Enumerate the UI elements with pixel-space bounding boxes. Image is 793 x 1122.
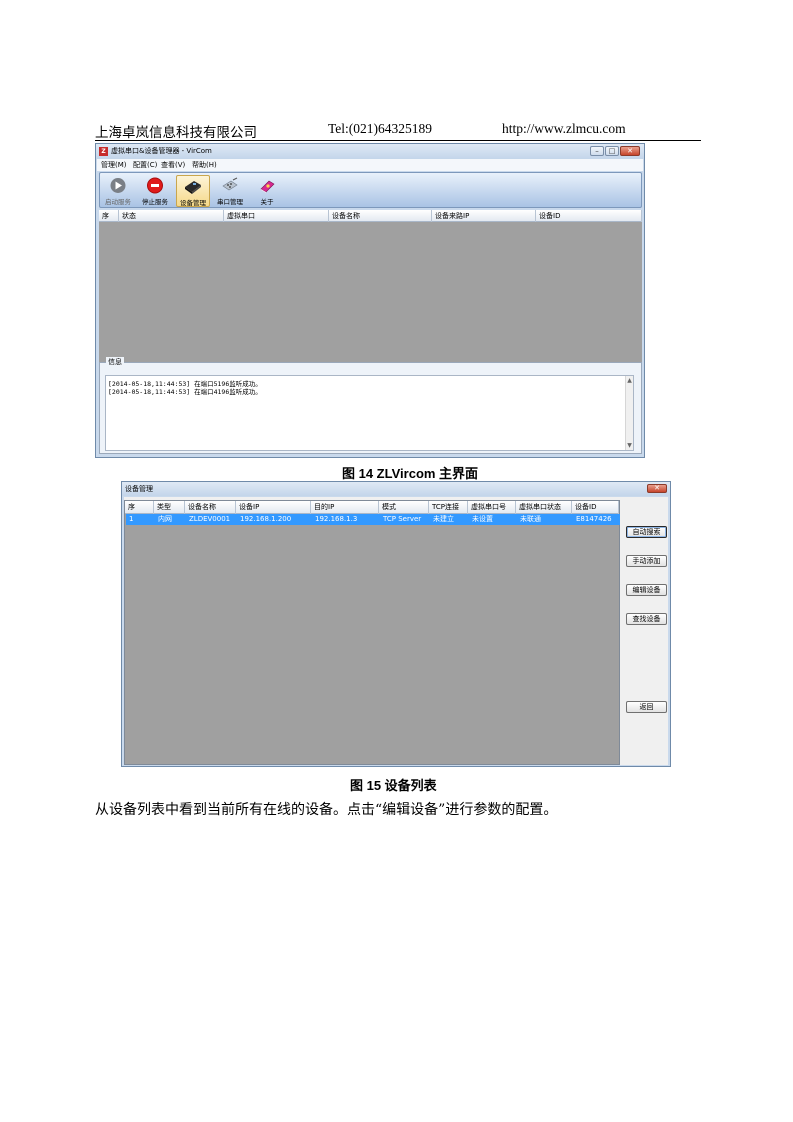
stop-service-label: 停止服务: [142, 198, 168, 206]
col-device-id[interactable]: 设备ID: [536, 210, 642, 222]
dcol-index[interactable]: 序: [125, 501, 154, 514]
device-manage-button[interactable]: 设备管理: [176, 175, 210, 207]
cell-type: 内网: [158, 515, 172, 523]
dcol-device-id[interactable]: 设备ID: [572, 501, 619, 514]
device-manage-icon: [185, 181, 201, 194]
maximize-button[interactable]: □: [605, 146, 619, 156]
serial-manage-label: 串口管理: [217, 198, 243, 206]
caption-figure-14: 图 14 ZLVircom 主界面: [342, 466, 479, 481]
menubar: 管理(M) 配置(C) 查看(V) 帮助(H): [97, 159, 643, 171]
find-device-button[interactable]: 查找设备: [626, 613, 667, 625]
about-book-icon: [260, 180, 275, 193]
scroll-down-icon[interactable]: ▼: [626, 442, 633, 449]
close-button[interactable]: ✕: [620, 146, 640, 156]
serial-grid-header: 序 状态 虚拟串口 设备名称 设备来路IP 设备ID: [99, 210, 642, 222]
dcol-vport[interactable]: 虚拟串口号: [468, 501, 516, 514]
dcol-vport-status[interactable]: 虚拟串口状态: [516, 501, 572, 514]
col-index[interactable]: 序: [99, 210, 119, 222]
start-service-label: 启动服务: [105, 198, 131, 206]
dcol-device-ip[interactable]: 设备IP: [236, 501, 311, 514]
header-tel: Tel:(021)64325189: [328, 121, 433, 136]
col-source-ip[interactable]: 设备来路IP: [432, 210, 536, 222]
serial-port-icon: [222, 177, 238, 191]
scroll-up-icon[interactable]: ▲: [626, 377, 633, 384]
dcol-type[interactable]: 类型: [154, 501, 185, 514]
col-virtual-port[interactable]: 虚拟串口: [224, 210, 329, 222]
cell-index: 1: [129, 515, 134, 523]
header-url[interactable]: http://www.zlmcu.com: [502, 121, 626, 137]
header-rule: [95, 140, 701, 141]
device-list[interactable]: 序 类型 设备名称 设备IP 目的IP 模式 TCP连接 虚拟串口号 虚拟串口状…: [124, 500, 620, 765]
edit-device-button[interactable]: 编辑设备: [626, 584, 667, 596]
info-group: 信息 [2014-05-18,11:44:53] 在端口5196监听成功。 [2…: [99, 357, 642, 454]
cell-device-id: E8147426: [576, 515, 612, 523]
vircom-titlebar: Z 虚拟串口&设备管理器 - VirCom – □ ✕: [96, 144, 644, 159]
play-icon: [110, 178, 126, 193]
vircom-window: Z 虚拟串口&设备管理器 - VirCom – □ ✕ 管理(M) 配置(C) …: [95, 143, 645, 458]
vircom-title: 虚拟串口&设备管理器 - VirCom: [111, 147, 212, 155]
start-service-button[interactable]: 启动服务: [101, 175, 135, 207]
cell-tcp: 未建立: [433, 515, 454, 523]
stop-service-button[interactable]: 停止服务: [138, 175, 172, 207]
device-manager-titlebar: 设备管理 ✕: [122, 482, 670, 496]
log-scrollbar[interactable]: ▲ ▼: [625, 376, 633, 450]
cell-device-ip: 192.168.1.200: [240, 515, 292, 523]
caption-figure-15: 图 15 设备列表: [350, 778, 437, 793]
auto-search-button[interactable]: 自动搜索: [626, 526, 667, 538]
device-list-header: 序 类型 设备名称 设备IP 目的IP 模式 TCP连接 虚拟串口号 虚拟串口状…: [125, 501, 619, 514]
minimize-button[interactable]: –: [590, 146, 604, 156]
col-device-name[interactable]: 设备名称: [329, 210, 432, 222]
dcol-mode[interactable]: 模式: [379, 501, 429, 514]
device-manager-window: 设备管理 ✕ 序 类型 设备名称 设备IP 目的IP 模式 TCP连接 虚拟串口…: [121, 481, 671, 767]
col-status[interactable]: 状态: [119, 210, 224, 222]
serial-grid-body[interactable]: [99, 222, 642, 363]
cell-mode: TCP Server: [383, 515, 422, 523]
cell-device-name: ZLDEV0001: [189, 515, 231, 523]
header-company: 上海卓岚信息科技有限公司: [95, 125, 257, 140]
serial-grid: 序 状态 虚拟串口 设备名称 设备来路IP 设备ID: [99, 210, 642, 363]
menu-help[interactable]: 帮助(H): [192, 159, 217, 171]
serial-manage-button[interactable]: 串口管理: [213, 175, 247, 207]
cell-vport: 未设置: [472, 515, 493, 523]
menu-config[interactable]: 配置(C): [133, 159, 157, 171]
device-manager-title: 设备管理: [125, 485, 153, 493]
about-label: 关于: [260, 198, 274, 206]
device-manager-content: 序 类型 设备名称 设备IP 目的IP 模式 TCP连接 虚拟串口号 虚拟串口状…: [124, 497, 668, 765]
dcol-tcp[interactable]: TCP连接: [429, 501, 468, 514]
app-logo-icon: Z: [99, 147, 108, 156]
log-line: [2014-05-18,11:44:53] 在端口4196监听成功。: [108, 388, 262, 396]
cell-dest-ip: 192.168.1.3: [315, 515, 358, 523]
dcol-dest-ip[interactable]: 目的IP: [311, 501, 379, 514]
dcol-device-name[interactable]: 设备名称: [185, 501, 236, 514]
device-manager-close-button[interactable]: ✕: [647, 484, 667, 493]
info-title: 信息: [106, 357, 124, 367]
toolbar: 启动服务 停止服务 设备管理 串口管理 关于: [99, 172, 642, 208]
log-textarea[interactable]: [2014-05-18,11:44:53] 在端口5196监听成功。 [2014…: [105, 375, 634, 451]
back-button[interactable]: 返回: [626, 701, 667, 713]
table-row[interactable]: 1 内网 ZLDEV0001 192.168.1.200 192.168.1.3…: [126, 514, 620, 525]
manual-add-button[interactable]: 手动添加: [626, 555, 667, 567]
body-paragraph: 从设备列表中看到当前所有在线的设备。点击“编辑设备”进行参数的配置。: [95, 802, 558, 818]
menu-view[interactable]: 查看(V): [161, 159, 185, 171]
about-button[interactable]: 关于: [250, 175, 284, 207]
device-manage-label: 设备管理: [180, 199, 206, 207]
cell-vport-status: 未联通: [520, 515, 541, 523]
menu-manage[interactable]: 管理(M): [101, 159, 127, 171]
stop-icon: [147, 177, 163, 194]
